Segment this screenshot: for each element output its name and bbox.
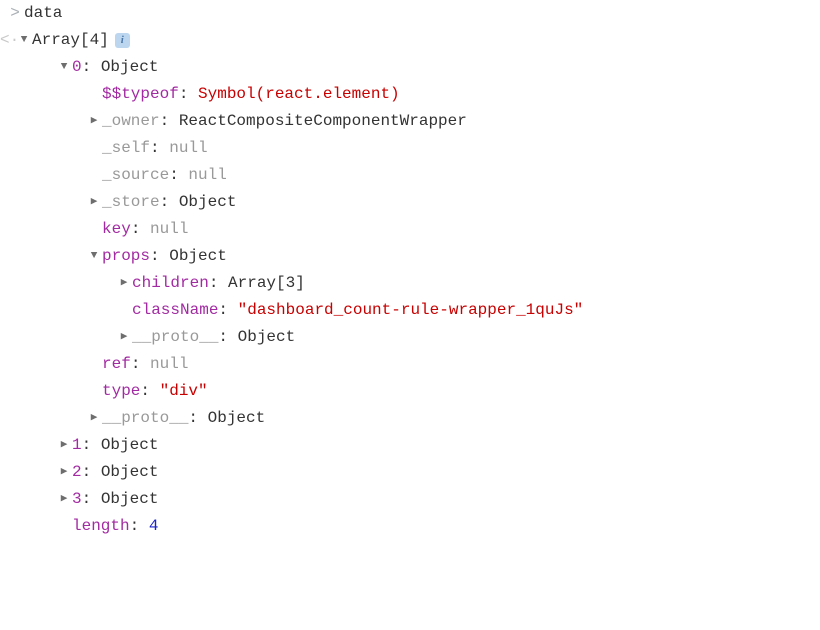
key: _source [102, 162, 169, 188]
value: null [169, 135, 207, 161]
tree-row-index-0[interactable]: ▼ 0: Object [0, 54, 820, 81]
value: null [188, 162, 226, 188]
key: 2 [72, 459, 82, 485]
key: $$typeof [102, 81, 179, 107]
tree-row-store[interactable]: ▶ _store: Object [0, 189, 820, 216]
value: Object [238, 324, 296, 350]
separator: : [218, 297, 237, 323]
tree-row-source[interactable]: ▶ _source: null [0, 162, 820, 189]
tree-row-props[interactable]: ▼ props: Object [0, 243, 820, 270]
value: "dashboard_count-rule-wrapper_1quJs" [238, 297, 584, 323]
tree-row-classname[interactable]: ▶ className: "dashboard_count-rule-wrapp… [0, 297, 820, 324]
key: __proto__ [102, 405, 188, 431]
disclosure-triangle-right-icon[interactable]: ▶ [118, 274, 130, 292]
separator: : [82, 486, 101, 512]
tree-row-children[interactable]: ▶ children: Array[3] [0, 270, 820, 297]
key: className [132, 297, 218, 323]
tree-row-self[interactable]: ▶ _self: null [0, 135, 820, 162]
tree-row-proto[interactable]: ▶ __proto__: Object [0, 324, 820, 351]
separator: : [188, 405, 207, 431]
separator: : [82, 54, 101, 80]
separator: : [169, 162, 188, 188]
disclosure-triangle-down-icon[interactable]: ▼ [88, 247, 100, 265]
separator: : [150, 243, 169, 269]
disclosure-triangle-right-icon[interactable]: ▶ [88, 193, 100, 211]
value: Object [101, 54, 159, 80]
separator: : [150, 135, 169, 161]
separator: : [218, 324, 237, 350]
value: Symbol(react.element) [198, 81, 400, 107]
key: length [72, 513, 130, 539]
value: Object [208, 405, 266, 431]
tree-row-index-3[interactable]: ▶ 3: Object [0, 486, 820, 513]
input-prompt-icon: > [6, 0, 24, 26]
separator: : [209, 270, 228, 296]
tree-row-type[interactable]: ▶ type: "div" [0, 378, 820, 405]
tree-row-index-2[interactable]: ▶ 2: Object [0, 459, 820, 486]
key: 3 [72, 486, 82, 512]
array-label: Array[4] [32, 27, 109, 53]
key: props [102, 243, 150, 269]
value: Array[3] [228, 270, 305, 296]
separator: : [82, 432, 101, 458]
separator: : [160, 108, 179, 134]
tree-row-ref[interactable]: ▶ ref: null [0, 351, 820, 378]
value: Object [101, 432, 159, 458]
key: _owner [102, 108, 160, 134]
info-icon[interactable]: i [115, 33, 130, 48]
value: Object [101, 459, 159, 485]
value: "div" [160, 378, 208, 404]
separator: : [160, 189, 179, 215]
separator: : [131, 216, 150, 242]
value: ReactCompositeComponentWrapper [179, 108, 467, 134]
key: _self [102, 135, 150, 161]
disclosure-triangle-down-icon[interactable]: ▼ [58, 58, 70, 76]
value: 4 [149, 513, 159, 539]
disclosure-triangle-right-icon[interactable]: ▶ [58, 463, 70, 481]
separator: : [131, 351, 150, 377]
tree-row-index-1[interactable]: ▶ 1: Object [0, 432, 820, 459]
separator: : [140, 378, 159, 404]
key: 1 [72, 432, 82, 458]
tree-row-owner[interactable]: ▶ _owner: ReactCompositeComponentWrapper [0, 108, 820, 135]
separator: : [82, 459, 101, 485]
key: children [132, 270, 209, 296]
key: ref [102, 351, 131, 377]
key: 0 [72, 54, 82, 80]
disclosure-triangle-right-icon[interactable]: ▶ [118, 328, 130, 346]
value: null [150, 216, 188, 242]
tree-row-length[interactable]: ▶ length: 4 [0, 513, 820, 540]
disclosure-triangle-right-icon[interactable]: ▶ [88, 112, 100, 130]
tree-row-proto[interactable]: ▶ __proto__: Object [0, 405, 820, 432]
value: Object [179, 189, 237, 215]
separator: : [179, 81, 198, 107]
disclosure-triangle-down-icon[interactable]: ▼ [18, 31, 30, 49]
disclosure-triangle-right-icon[interactable]: ▶ [88, 409, 100, 427]
console-input-text: data [24, 0, 62, 26]
value: Object [169, 243, 227, 269]
tree-row-typeof[interactable]: ▶ $$typeof: Symbol(react.element) [0, 81, 820, 108]
value: null [150, 351, 188, 377]
separator: : [130, 513, 149, 539]
key: _store [102, 189, 160, 215]
key: type [102, 378, 140, 404]
output-prompt-icon: <· [0, 27, 18, 53]
value: Object [101, 486, 159, 512]
console-output-row[interactable]: <· ▼ Array[4] i [0, 27, 820, 54]
key: __proto__ [132, 324, 218, 350]
tree-row-key[interactable]: ▶ key: null [0, 216, 820, 243]
disclosure-triangle-right-icon[interactable]: ▶ [58, 436, 70, 454]
console-input-row: > data [0, 0, 820, 27]
key: key [102, 216, 131, 242]
disclosure-triangle-right-icon[interactable]: ▶ [58, 490, 70, 508]
